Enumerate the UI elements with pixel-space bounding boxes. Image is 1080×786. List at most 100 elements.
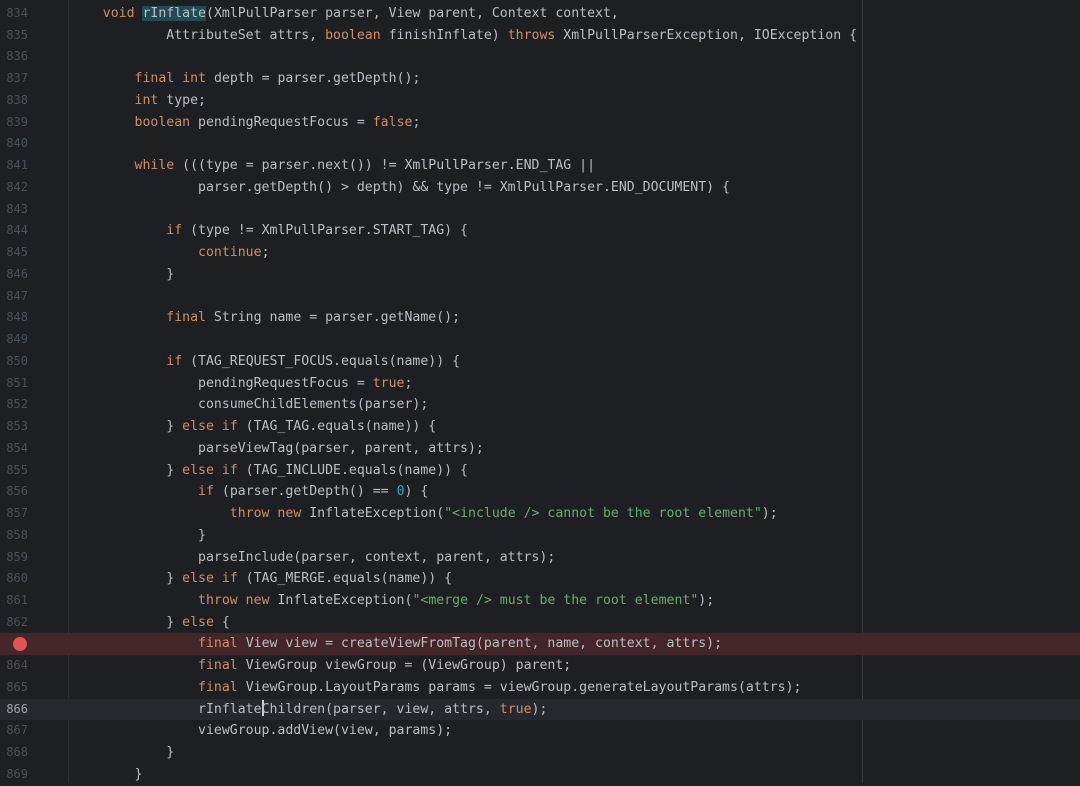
code-text[interactable]: } else if (TAG_INCLUDE.equals(name)) { [71, 460, 468, 482]
code-line[interactable]: 851 pendingRequestFocus = true; [0, 373, 1080, 395]
line-number[interactable]: 861 [0, 590, 28, 612]
code-text[interactable]: parseInclude(parser, context, parent, at… [71, 547, 555, 569]
line-number[interactable]: 859 [0, 547, 28, 569]
line-number[interactable]: 867 [0, 720, 28, 742]
code-text[interactable]: AttributeSet attrs, boolean finishInflat… [71, 25, 857, 47]
code-line[interactable]: 861 throw new InflateException("<merge /… [0, 590, 1080, 612]
line-number[interactable]: 836 [0, 46, 28, 68]
code-line[interactable]: 839 boolean pendingRequestFocus = false; [0, 112, 1080, 134]
code-line[interactable]: 860 } else if (TAG_MERGE.equals(name)) { [0, 568, 1080, 590]
code-line[interactable]: 845 continue; [0, 242, 1080, 264]
code-text[interactable]: final int depth = parser.getDepth(); [71, 68, 421, 90]
line-number[interactable]: 840 [0, 133, 28, 155]
code-line[interactable]: 847 [0, 286, 1080, 308]
line-number[interactable]: 856 [0, 481, 28, 503]
line-number[interactable]: 858 [0, 525, 28, 547]
code-line[interactable]: 866 rInflateChildren(parser, view, attrs… [0, 698, 1080, 721]
code-text[interactable]: final ViewGroup.LayoutParams params = vi… [71, 677, 801, 699]
code-text[interactable]: if (TAG_REQUEST_FOCUS.equals(name)) { [71, 351, 460, 373]
code-line[interactable]: 836 [0, 46, 1080, 68]
line-number[interactable]: 838 [0, 90, 28, 112]
code-line[interactable]: 843 [0, 199, 1080, 221]
line-number[interactable]: 844 [0, 220, 28, 242]
code-line[interactable]: 868 } [0, 742, 1080, 764]
code-text[interactable]: } [71, 764, 143, 786]
code-line[interactable]: 848 final String name = parser.getName()… [0, 307, 1080, 329]
code-line[interactable]: 856 if (parser.getDepth() == 0) { [0, 481, 1080, 503]
code-line[interactable]: 865 final ViewGroup.LayoutParams params … [0, 677, 1080, 699]
line-number[interactable]: 843 [0, 199, 28, 221]
code-line[interactable]: 835 AttributeSet attrs, boolean finishIn… [0, 25, 1080, 47]
code-line[interactable]: 857 throw new InflateException("<include… [0, 503, 1080, 525]
code-text[interactable]: final ViewGroup viewGroup = (ViewGroup) … [71, 655, 571, 677]
line-number[interactable]: 847 [0, 286, 28, 308]
code-line[interactable]: 867 viewGroup.addView(view, params); [0, 720, 1080, 742]
line-number[interactable]: 860 [0, 568, 28, 590]
code-text[interactable]: } [71, 742, 174, 764]
line-number[interactable]: 850 [0, 351, 28, 373]
code-text[interactable]: if (parser.getDepth() == 0) { [71, 481, 428, 503]
code-text[interactable]: } else { [71, 612, 230, 634]
line-number[interactable]: 852 [0, 394, 28, 416]
code-line[interactable]: 854 parseViewTag(parser, parent, attrs); [0, 438, 1080, 460]
code-text[interactable]: void rInflate(XmlPullParser parser, View… [71, 3, 619, 25]
line-number[interactable]: 841 [0, 155, 28, 177]
code-line[interactable]: 855 } else if (TAG_INCLUDE.equals(name))… [0, 460, 1080, 482]
line-number[interactable]: 842 [0, 177, 28, 199]
line-number[interactable]: 849 [0, 329, 28, 351]
code-text[interactable]: consumeChildElements(parser); [71, 394, 428, 416]
code-line[interactable]: 837 final int depth = parser.getDepth(); [0, 68, 1080, 90]
code-text[interactable]: throw new InflateException("<include /> … [71, 503, 778, 525]
code-line[interactable]: 841 while (((type = parser.next()) != Xm… [0, 155, 1080, 177]
code-text[interactable]: throw new InflateException("<merge /> mu… [71, 590, 714, 612]
code-line[interactable]: 842 parser.getDepth() > depth) && type !… [0, 177, 1080, 199]
line-number[interactable]: 864 [0, 655, 28, 677]
code-text[interactable]: } [71, 264, 174, 286]
line-number[interactable]: 865 [0, 677, 28, 699]
line-number[interactable]: 848 [0, 307, 28, 329]
code-text[interactable]: pendingRequestFocus = true; [71, 373, 412, 395]
code-line[interactable]: 863 final View view = createViewFromTag(… [0, 633, 1080, 656]
code-line[interactable]: 846 } [0, 264, 1080, 286]
breakpoint-dot-icon[interactable] [13, 637, 27, 652]
code-text[interactable]: final String name = parser.getName(); [71, 307, 460, 329]
line-number[interactable]: 851 [0, 373, 28, 395]
code-line[interactable]: 849 [0, 329, 1080, 351]
code-text[interactable]: viewGroup.addView(view, params); [71, 720, 452, 742]
line-number[interactable]: 835 [0, 25, 28, 47]
code-line[interactable]: 852 consumeChildElements(parser); [0, 394, 1080, 416]
code-line[interactable]: 858 } [0, 525, 1080, 547]
code-line[interactable]: 869 } [0, 764, 1080, 786]
code-text[interactable]: rInflateChildren(parser, view, attrs, tr… [71, 699, 547, 721]
code-line[interactable]: 838 int type; [0, 90, 1080, 112]
line-number[interactable]: 845 [0, 242, 28, 264]
code-line[interactable]: 853 } else if (TAG_TAG.equals(name)) { [0, 416, 1080, 438]
code-text[interactable]: } [71, 525, 206, 547]
line-number[interactable]: 837 [0, 68, 28, 90]
code-editor[interactable]: 834 void rInflate(XmlPullParser parser, … [0, 0, 1080, 783]
code-line[interactable]: 840 [0, 133, 1080, 155]
code-line[interactable]: 844 if (type != XmlPullParser.START_TAG)… [0, 220, 1080, 242]
code-text[interactable]: } else if (TAG_TAG.equals(name)) { [71, 416, 436, 438]
line-number[interactable]: 857 [0, 503, 28, 525]
code-text[interactable]: continue; [71, 242, 269, 264]
line-number[interactable]: 853 [0, 416, 28, 438]
code-text[interactable]: int type; [71, 90, 206, 112]
code-text[interactable]: parseViewTag(parser, parent, attrs); [71, 438, 484, 460]
line-number[interactable]: 839 [0, 112, 28, 134]
code-line[interactable]: 859 parseInclude(parser, context, parent… [0, 547, 1080, 569]
code-text[interactable]: boolean pendingRequestFocus = false; [71, 112, 421, 134]
code-line[interactable]: 862 } else { [0, 612, 1080, 634]
code-line[interactable]: 850 if (TAG_REQUEST_FOCUS.equals(name)) … [0, 351, 1080, 373]
line-number[interactable]: 834 [0, 3, 28, 25]
line-number[interactable]: 869 [0, 764, 28, 786]
code-text[interactable]: final View view = createViewFromTag(pare… [71, 633, 722, 655]
line-number[interactable]: 854 [0, 438, 28, 460]
code-line[interactable]: 864 final ViewGroup viewGroup = (ViewGro… [0, 655, 1080, 677]
line-number[interactable]: 855 [0, 460, 28, 482]
code-text[interactable]: parser.getDepth() > depth) && type != Xm… [71, 177, 730, 199]
line-number[interactable]: 866 [0, 699, 28, 721]
code-text[interactable]: while (((type = parser.next()) != XmlPul… [71, 155, 596, 177]
code-text[interactable]: } else if (TAG_MERGE.equals(name)) { [71, 568, 452, 590]
code-text[interactable]: if (type != XmlPullParser.START_TAG) { [71, 220, 468, 242]
